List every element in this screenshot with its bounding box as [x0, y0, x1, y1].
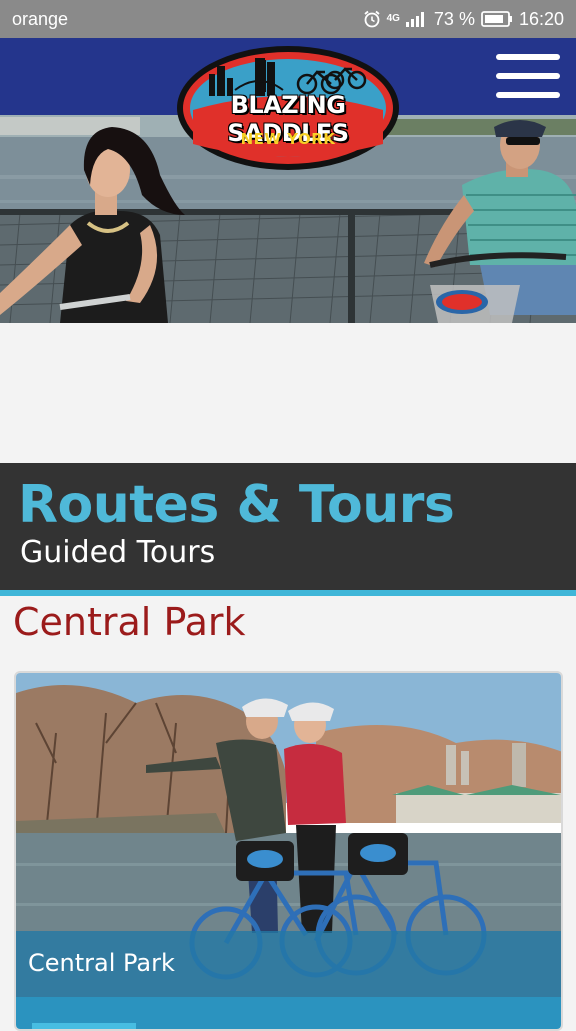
page-subtitle: Guided Tours [20, 535, 216, 570]
section-heading: Central Park [13, 600, 246, 644]
page-title-band: Routes & Tours Guided Tours [0, 463, 576, 596]
brand-logo[interactable]: BLAZING SADDLES NEW YORK [175, 44, 401, 172]
clock: 16:20 [518, 8, 564, 29]
content-spacer [0, 323, 576, 463]
network-type: 4G [386, 13, 400, 24]
tour-card[interactable]: Central Park [14, 671, 563, 1031]
tour-card-action-tab[interactable] [32, 1023, 136, 1029]
battery-icon [481, 11, 513, 27]
tour-card-caption: Central Park [16, 931, 561, 997]
carrier-label: orange [12, 8, 69, 29]
signal-icon [405, 11, 428, 27]
tour-card-footer [16, 997, 561, 1029]
alarm-icon [363, 10, 381, 28]
page-title: Routes & Tours [18, 475, 455, 535]
logo-subtitle: NEW YORK [240, 130, 336, 148]
tour-card-title: Central Park [28, 949, 175, 977]
hamburger-menu-icon[interactable] [496, 54, 560, 98]
battery-percent: 73 % [433, 8, 475, 29]
status-bar: orange 4G 73 % 16:20 [0, 0, 576, 38]
